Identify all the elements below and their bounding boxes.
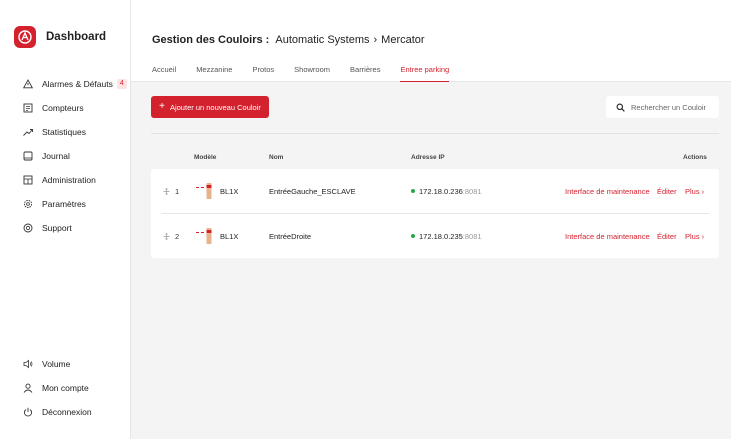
sidebar-item-statistiques[interactable]: Statistiques: [0, 120, 131, 144]
support-icon: [23, 223, 33, 233]
page-header: Gestion des Couloirs : Automatic Systems…: [131, 0, 731, 82]
barrier-model-icon: [196, 183, 212, 199]
plus-icon: +: [159, 101, 165, 112]
ip-cell: 172.18.0.236:8081: [411, 169, 482, 213]
sidebar-item-label: Compteurs: [42, 103, 84, 113]
user-icon: [23, 383, 33, 393]
sidebar-item-deconnexion[interactable]: Déconnexion: [0, 400, 131, 424]
row-index: 2: [175, 231, 180, 241]
corridor-table: 1 BL1X EntréeGauche_ESCLAVE 172.18.0.236…: [151, 169, 719, 258]
volume-icon: [23, 359, 33, 369]
tab-mezzanine[interactable]: Mezzanine: [196, 64, 232, 82]
zone-tabs: Accueil Mezzanine Protos Showroom Barriè…: [152, 64, 469, 82]
sidebar-bottom-nav: Volume Mon compte Déconnexion: [0, 352, 131, 424]
sidebar-item-administration[interactable]: Administration: [0, 168, 131, 192]
breadcrumb: Gestion des Couloirs : Automatic Systems…: [152, 34, 425, 46]
model-cell: BL1X: [196, 169, 238, 213]
maintenance-link[interactable]: Interface de maintenance: [565, 169, 650, 213]
gear-icon: [23, 199, 33, 209]
journal-icon: [23, 151, 33, 161]
model-name: BL1X: [220, 231, 239, 241]
column-header-ip: Adresse IP: [411, 154, 445, 161]
column-header-model: Modèle: [194, 154, 217, 161]
column-header-actions: Actions: [683, 154, 707, 161]
sidebar-item-label: Support: [42, 223, 72, 233]
tab-protos[interactable]: Protos: [252, 64, 274, 82]
add-corridor-button[interactable]: + Ajouter un nouveau Couloir: [151, 96, 269, 118]
main-content: Gestion des Couloirs : Automatic Systems…: [131, 0, 731, 439]
counter-icon: [23, 103, 33, 113]
sidebar-item-label: Journal: [42, 151, 70, 161]
tab-barrieres[interactable]: Barrières: [350, 64, 380, 82]
sidebar-item-compteurs[interactable]: Compteurs: [0, 96, 131, 120]
drag-handle-icon[interactable]: [163, 169, 170, 213]
brand[interactable]: Dashboard: [14, 26, 106, 48]
table-header: Modèle Nom Adresse IP Actions: [151, 154, 719, 166]
search-input[interactable]: [631, 102, 715, 112]
admin-icon: [23, 175, 33, 185]
sidebar-item-label: Volume: [42, 359, 71, 369]
ip-port: :8081: [462, 186, 482, 196]
trend-up-icon: [23, 127, 33, 137]
sidebar-item-support[interactable]: Support: [0, 216, 131, 240]
app-window: Dashboard Alarmes & Défauts 4 Compteurs: [0, 0, 731, 439]
sidebar-item-mon-compte[interactable]: Mon compte: [0, 376, 131, 400]
corridor-name: EntréeDroite: [269, 231, 312, 241]
search-icon: [616, 103, 625, 112]
sidebar-item-label: Paramètres: [42, 199, 86, 209]
sidebar-item-label: Statistiques: [42, 127, 86, 137]
sidebar-item-volume[interactable]: Volume: [0, 352, 131, 376]
edit-link[interactable]: Éditer: [657, 169, 677, 213]
ip-address: 172.18.0.236: [419, 186, 463, 196]
tab-showroom[interactable]: Showroom: [294, 64, 330, 82]
model-name: BL1X: [220, 186, 239, 196]
sidebar-item-label: Déconnexion: [42, 407, 92, 417]
column-header-name: Nom: [269, 154, 284, 161]
divider: [151, 133, 719, 134]
tab-accueil[interactable]: Accueil: [152, 64, 176, 82]
model-cell: BL1X: [196, 214, 238, 258]
drag-handle-icon[interactable]: [163, 214, 170, 258]
online-status-icon: [411, 189, 415, 193]
row-index: 1: [175, 186, 180, 196]
sidebar-item-label: Administration: [42, 175, 96, 185]
power-icon: [23, 407, 33, 417]
corridor-name: EntréeGauche_ESCLAVE: [269, 186, 356, 196]
barrier-model-icon: [196, 228, 212, 244]
sidebar-item-journal[interactable]: Journal: [0, 144, 131, 168]
sidebar: Dashboard Alarmes & Défauts 4 Compteurs: [0, 0, 131, 439]
page-title: Gestion des Couloirs :: [152, 34, 270, 46]
sidebar-item-label: Alarmes & Défauts: [42, 79, 113, 89]
sidebar-item-label: Mon compte: [42, 383, 89, 393]
alarm-count-badge: 4: [116, 79, 127, 89]
online-status-icon: [411, 234, 415, 238]
app-logo-icon: [14, 26, 36, 48]
tab-entree-parking[interactable]: Entree parking: [400, 64, 449, 82]
app-title: Dashboard: [46, 31, 107, 43]
more-link[interactable]: Plus ›: [685, 214, 704, 258]
sidebar-item-parametres[interactable]: Paramètres: [0, 192, 131, 216]
breadcrumb-item-site[interactable]: Automatic Systems: [275, 34, 369, 46]
sidebar-item-alarmes[interactable]: Alarmes & Défauts 4: [0, 72, 131, 96]
edit-link[interactable]: Éditer: [657, 214, 677, 258]
ip-address: 172.18.0.235: [419, 231, 463, 241]
search-box[interactable]: [606, 96, 719, 118]
table-row: 2 BL1X EntréeDroite 172.18.0.235:8081 In…: [151, 214, 719, 258]
ip-cell: 172.18.0.235:8081: [411, 214, 482, 258]
chevron-right-icon: ›: [373, 34, 378, 46]
table-row: 1 BL1X EntréeGauche_ESCLAVE 172.18.0.236…: [151, 169, 719, 213]
maintenance-link[interactable]: Interface de maintenance: [565, 214, 650, 258]
more-link[interactable]: Plus ›: [685, 169, 704, 213]
ip-port: :8081: [462, 231, 482, 241]
breadcrumb-item-location[interactable]: Mercator: [381, 34, 424, 46]
alert-triangle-icon: [23, 79, 33, 89]
sidebar-nav: Alarmes & Défauts 4 Compteurs Statistiqu…: [0, 72, 131, 240]
add-corridor-label: Ajouter un nouveau Couloir: [169, 102, 261, 112]
